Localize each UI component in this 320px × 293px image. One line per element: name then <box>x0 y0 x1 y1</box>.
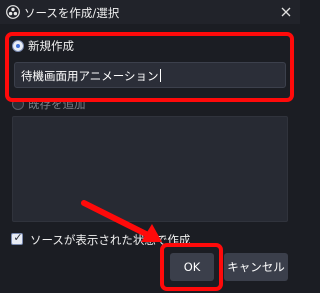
existing-source-list[interactable] <box>12 116 288 222</box>
cancel-button[interactable]: キャンセル <box>224 253 288 281</box>
annotation-highlight-ok <box>160 243 223 291</box>
checkmark-icon: ✓ <box>13 231 23 244</box>
annotation-highlight-create-new <box>5 32 294 102</box>
title-bar: ソースを作成/選択 <box>0 0 300 24</box>
window-title: ソースを作成/選択 <box>24 6 120 20</box>
close-icon[interactable] <box>276 2 296 22</box>
obs-logo-icon <box>6 5 20 19</box>
visible-checkbox[interactable]: ✓ <box>11 231 23 245</box>
